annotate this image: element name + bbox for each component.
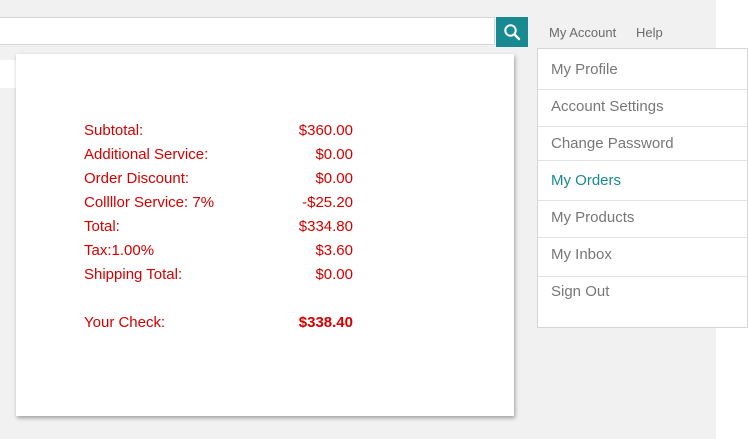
tax-value: $3.60 [315,242,353,259]
total-value: $334.80 [298,218,353,235]
menu-item-my-profile[interactable]: My Profile [538,51,747,88]
menu-item-account-settings[interactable]: Account Settings [538,88,747,125]
shipping-total-value: $0.00 [315,266,353,283]
menu-divider [538,160,747,161]
subtotal-value: $360.00 [298,122,353,139]
help-link[interactable]: Help [636,25,663,40]
subtotal-label: Subtotal: [84,122,144,139]
total-label: Total: [84,218,120,235]
menu-item-my-orders[interactable]: My Orders [538,162,747,199]
account-dropdown-menu: My Profile Account Settings Change Passw… [537,48,748,328]
search-button[interactable] [496,17,528,47]
menu-item-my-inbox[interactable]: My Inbox [538,236,747,273]
your-check-label: Your Check: [84,314,166,331]
order-discount-value: $0.00 [315,170,353,187]
your-check-value: $338.40 [298,314,353,331]
menu-item-change-password[interactable]: Change Password [538,125,747,162]
menu-item-sign-out[interactable]: Sign Out [538,273,747,310]
tax-label: Tax:1.00% [84,242,155,259]
order-discount-label: Order Discount: [84,170,190,187]
menu-item-my-products[interactable]: My Products [538,199,747,236]
service-fee-label: Collllor Service: 7% [84,194,215,211]
my-account-link[interactable]: My Account [549,25,616,40]
search-input[interactable] [0,17,495,45]
search-icon [503,23,521,41]
shipping-total-label: Shipping Total: [84,266,183,283]
service-fee-value: -$25.20 [302,194,353,211]
additional-service-value: $0.00 [315,146,353,163]
order-summary-panel: Subtotal: $360.00 Additional Service: $0… [16,54,514,416]
additional-service-label: Additional Service: [84,146,209,163]
